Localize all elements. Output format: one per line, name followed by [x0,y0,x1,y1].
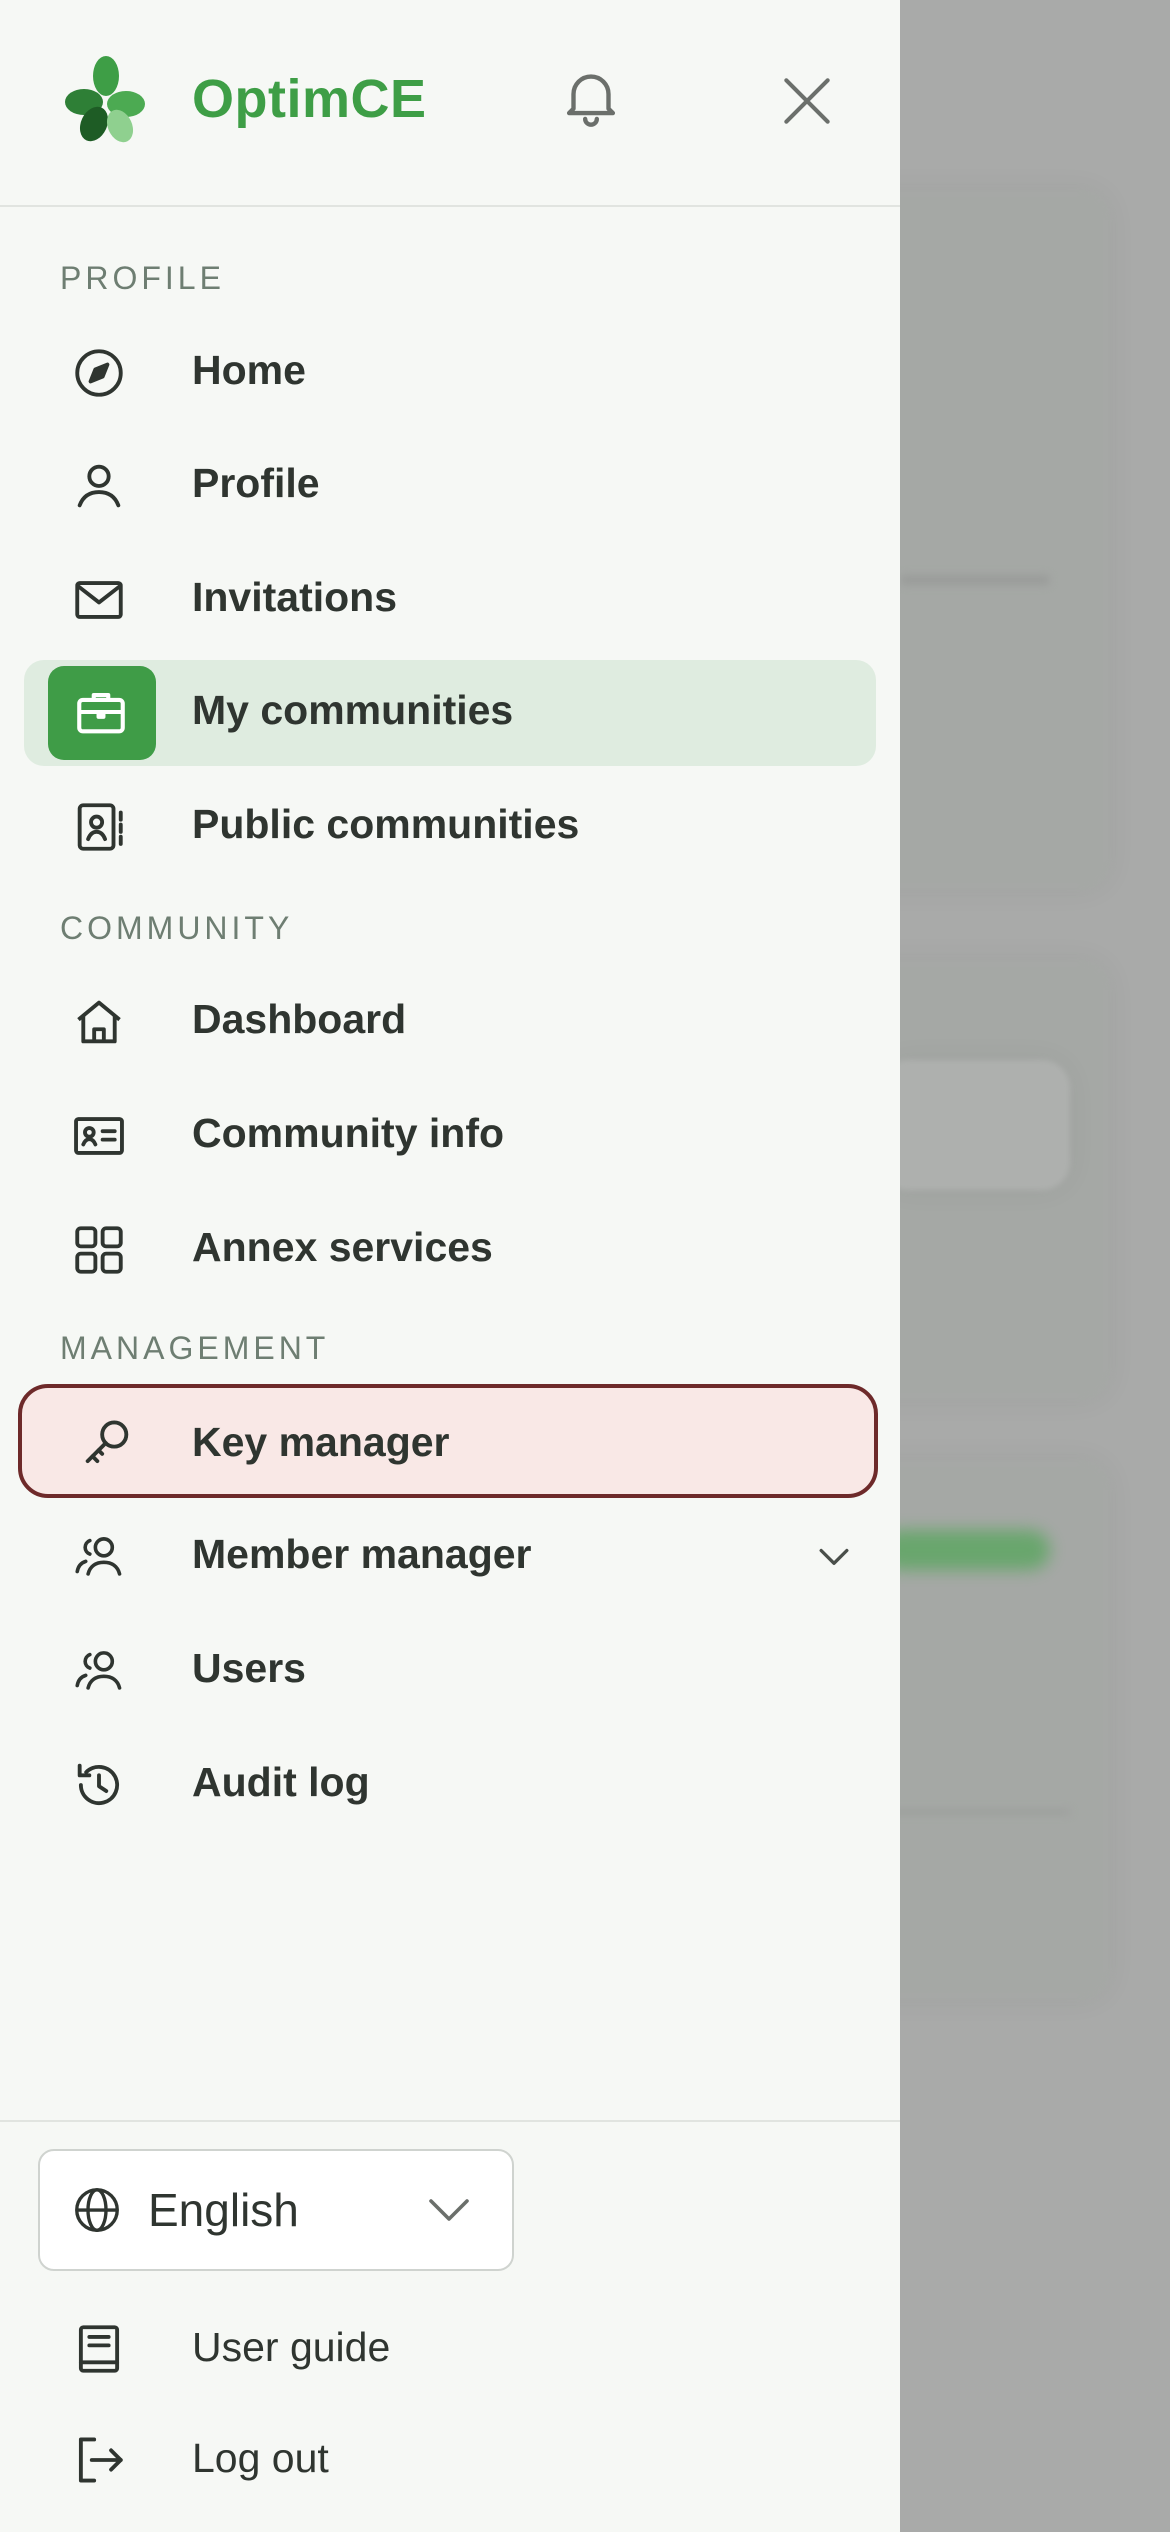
nav-item-member-manager[interactable]: Member manager [24,1504,876,1610]
user-icon [77,464,121,508]
nav-item-public-communities[interactable]: Public communities [24,774,876,880]
nav-item-community-info[interactable]: Community info [24,1083,876,1189]
house-icon [77,1000,121,1044]
id-card-icon [74,1117,124,1155]
background-divider [880,1810,1070,1814]
nav-label: Audit log [192,1759,370,1805]
contact-book-icon [77,803,123,851]
language-select[interactable]: English [38,2149,514,2271]
log-out-button[interactable]: Log out [24,2415,624,2505]
user-guide-link[interactable]: User guide [24,2304,624,2394]
nav-label: Invitations [192,574,398,620]
section-profile: PROFILE [60,260,225,296]
nav-label: Profile [192,460,320,506]
users-icon [75,1537,122,1576]
globe-icon [75,2188,119,2232]
nav-item-annex-services[interactable]: Annex services [24,1197,876,1303]
navigation-drawer: OptimCE PROFILE Home Profile Invitations [0,0,900,2532]
mail-icon [75,581,123,619]
drawer-header: OptimCE [0,0,900,207]
brand-name: OptimCE [192,69,427,129]
nav-label: My communities [192,687,514,733]
background-input [880,1060,1070,1190]
log-out-icon [78,2437,123,2483]
nav-item-audit-log[interactable]: Audit log [24,1732,876,1838]
briefcase-icon [77,693,125,734]
background-text [900,575,1050,585]
nav-label: Public communities [192,801,580,847]
nav-item-key-manager[interactable]: Key manager [18,1384,878,1498]
nav-label: Member manager [192,1531,532,1577]
nav-item-profile[interactable]: Profile [24,433,876,539]
section-community: COMMUNITY [60,910,294,946]
nav-label: Key manager [192,1419,450,1465]
history-icon [77,1763,119,1806]
nav-item-home[interactable]: Home [24,320,876,426]
grid-icon [75,1226,123,1274]
chevron-down-icon [429,2199,469,2221]
compass-icon [75,349,123,397]
nav-label: Users [192,1645,306,1691]
nav-label: Home [192,347,306,393]
key-icon [85,1420,129,1464]
close-icon[interactable] [776,70,838,132]
bell-icon[interactable] [556,62,626,132]
nav-item-invitations[interactable]: Invitations [24,547,876,653]
users-icon [75,1651,122,1690]
language-value: English [148,2184,299,2236]
nav-item-my-communities[interactable]: My communities [24,660,876,766]
nav-label: Community info [192,1110,505,1156]
user-guide-label: User guide [192,2324,391,2370]
nav-label: Dashboard [192,996,407,1042]
nav-item-users[interactable]: Users [24,1618,876,1724]
chevron-down-icon[interactable] [812,1534,856,1578]
clover-logo-icon [65,56,145,143]
nav-label: Annex services [192,1224,493,1270]
background-button [880,1530,1050,1570]
book-icon [78,2325,120,2373]
section-management: MANAGEMENT [60,1330,330,1366]
footer-divider [0,2120,900,2122]
log-out-label: Log out [192,2435,329,2481]
nav-item-dashboard[interactable]: Dashboard [24,969,876,1075]
